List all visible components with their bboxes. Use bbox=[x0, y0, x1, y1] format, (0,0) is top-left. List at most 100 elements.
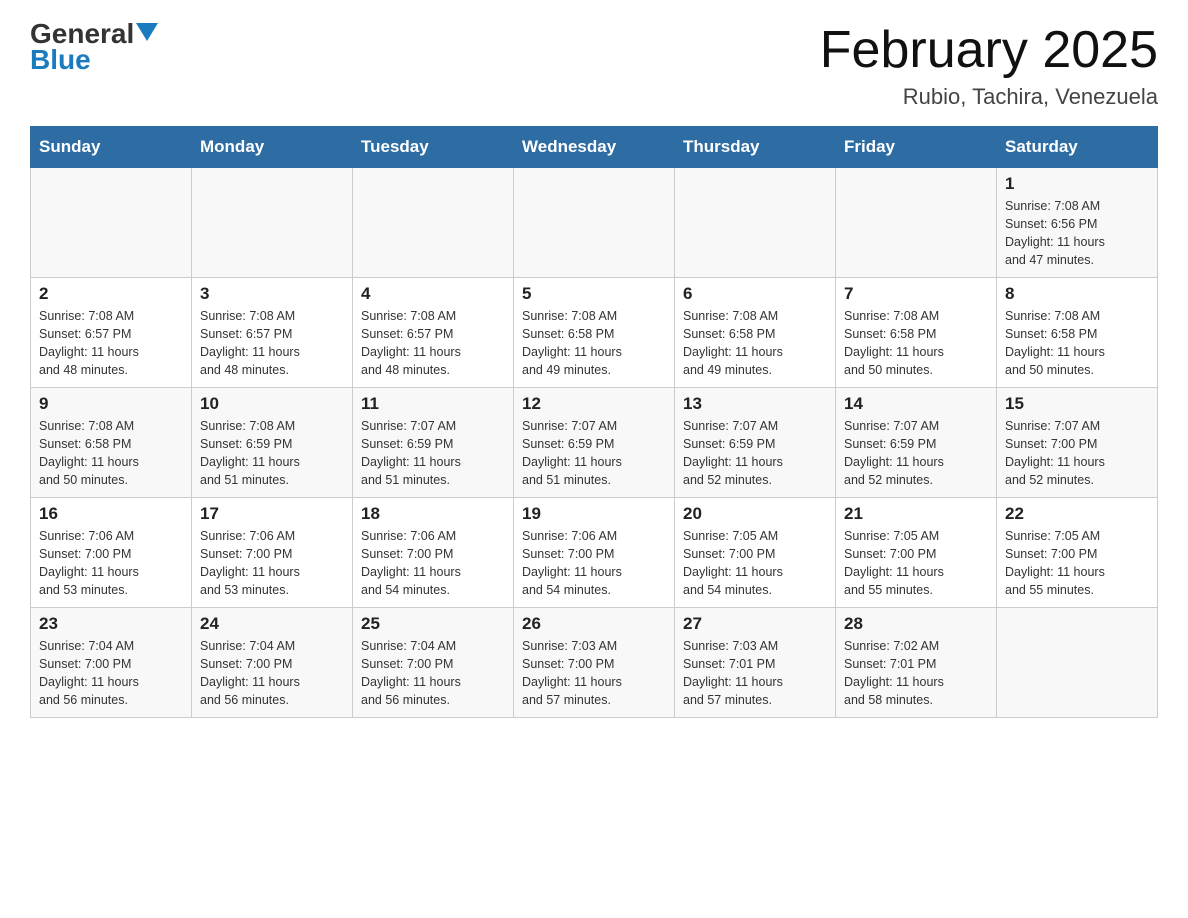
day-info: Sunrise: 7:07 AMSunset: 6:59 PMDaylight:… bbox=[683, 417, 827, 490]
calendar-cell bbox=[675, 168, 836, 278]
calendar-cell: 5 Sunrise: 7:08 AMSunset: 6:58 PMDaylight… bbox=[514, 278, 675, 388]
day-info: Sunrise: 7:06 AMSunset: 7:00 PMDaylight:… bbox=[39, 527, 183, 600]
day-info: Sunrise: 7:05 AMSunset: 7:00 PMDaylight:… bbox=[1005, 527, 1149, 600]
day-number: 1 bbox=[1005, 174, 1149, 194]
calendar-cell: 12 Sunrise: 7:07 AMSunset: 6:59 PMDayligh… bbox=[514, 388, 675, 498]
day-info: Sunrise: 7:07 AMSunset: 7:00 PMDaylight:… bbox=[1005, 417, 1149, 490]
calendar-table: SundayMondayTuesdayWednesdayThursdayFrid… bbox=[30, 126, 1158, 718]
day-number: 23 bbox=[39, 614, 183, 634]
title-block: February 2025 Rubio, Tachira, Venezuela bbox=[820, 20, 1158, 110]
col-header-thursday: Thursday bbox=[675, 127, 836, 168]
calendar-cell: 3 Sunrise: 7:08 AMSunset: 6:57 PMDaylight… bbox=[192, 278, 353, 388]
calendar-cell bbox=[353, 168, 514, 278]
col-header-saturday: Saturday bbox=[997, 127, 1158, 168]
calendar-cell: 23 Sunrise: 7:04 AMSunset: 7:00 PMDayligh… bbox=[31, 608, 192, 718]
day-info: Sunrise: 7:08 AMSunset: 6:58 PMDaylight:… bbox=[39, 417, 183, 490]
day-number: 5 bbox=[522, 284, 666, 304]
day-number: 26 bbox=[522, 614, 666, 634]
day-number: 9 bbox=[39, 394, 183, 414]
calendar-cell: 21Sunrise: 7:05 AMSunset: 7:00 PMDayligh… bbox=[836, 498, 997, 608]
calendar-cell: 19Sunrise: 7:06 AMSunset: 7:00 PMDayligh… bbox=[514, 498, 675, 608]
calendar-cell: 17 Sunrise: 7:06 AMSunset: 7:00 PMDayligh… bbox=[192, 498, 353, 608]
calendar-cell bbox=[192, 168, 353, 278]
calendar-cell: 20 Sunrise: 7:05 AMSunset: 7:00 PMDayligh… bbox=[675, 498, 836, 608]
col-header-tuesday: Tuesday bbox=[353, 127, 514, 168]
calendar-body: 1Sunrise: 7:08 AMSunset: 6:56 PMDaylight… bbox=[31, 168, 1158, 718]
calendar-cell bbox=[836, 168, 997, 278]
day-number: 3 bbox=[200, 284, 344, 304]
day-info: Sunrise: 7:06 AMSunset: 7:00 PMDaylight:… bbox=[522, 527, 666, 600]
calendar-cell: 2 Sunrise: 7:08 AMSunset: 6:57 PMDaylight… bbox=[31, 278, 192, 388]
week-row-4: 16 Sunrise: 7:06 AMSunset: 7:00 PMDayligh… bbox=[31, 498, 1158, 608]
day-info: Sunrise: 7:05 AMSunset: 7:00 PMDaylight:… bbox=[683, 527, 827, 600]
calendar-cell: 24 Sunrise: 7:04 AMSunset: 7:00 PMDayligh… bbox=[192, 608, 353, 718]
calendar-cell: 18 Sunrise: 7:06 AMSunset: 7:00 PMDayligh… bbox=[353, 498, 514, 608]
day-number: 12 bbox=[522, 394, 666, 414]
calendar-cell bbox=[514, 168, 675, 278]
day-info: Sunrise: 7:08 AMSunset: 6:57 PMDaylight:… bbox=[361, 307, 505, 380]
col-header-sunday: Sunday bbox=[31, 127, 192, 168]
calendar-cell: 11 Sunrise: 7:07 AMSunset: 6:59 PMDayligh… bbox=[353, 388, 514, 498]
day-info: Sunrise: 7:08 AMSunset: 6:58 PMDaylight:… bbox=[844, 307, 988, 380]
page-header: General Blue February 2025 Rubio, Tachir… bbox=[30, 20, 1158, 110]
day-number: 2 bbox=[39, 284, 183, 304]
month-title: February 2025 bbox=[820, 20, 1158, 80]
logo-arrow-icon bbox=[136, 23, 158, 41]
day-info: Sunrise: 7:04 AMSunset: 7:00 PMDaylight:… bbox=[200, 637, 344, 710]
col-header-monday: Monday bbox=[192, 127, 353, 168]
day-info: Sunrise: 7:06 AMSunset: 7:00 PMDaylight:… bbox=[361, 527, 505, 600]
day-info: Sunrise: 7:07 AMSunset: 6:59 PMDaylight:… bbox=[361, 417, 505, 490]
day-number: 13 bbox=[683, 394, 827, 414]
day-info: Sunrise: 7:04 AMSunset: 7:00 PMDaylight:… bbox=[361, 637, 505, 710]
day-info: Sunrise: 7:08 AMSunset: 6:57 PMDaylight:… bbox=[39, 307, 183, 380]
calendar-cell: 7 Sunrise: 7:08 AMSunset: 6:58 PMDaylight… bbox=[836, 278, 997, 388]
calendar-cell: 8Sunrise: 7:08 AMSunset: 6:58 PMDaylight… bbox=[997, 278, 1158, 388]
calendar-cell bbox=[997, 608, 1158, 718]
day-info: Sunrise: 7:07 AMSunset: 6:59 PMDaylight:… bbox=[522, 417, 666, 490]
calendar-cell: 16 Sunrise: 7:06 AMSunset: 7:00 PMDayligh… bbox=[31, 498, 192, 608]
calendar-cell: 4 Sunrise: 7:08 AMSunset: 6:57 PMDaylight… bbox=[353, 278, 514, 388]
day-number: 4 bbox=[361, 284, 505, 304]
day-info: Sunrise: 7:08 AMSunset: 6:58 PMDaylight:… bbox=[1005, 307, 1149, 380]
day-number: 22 bbox=[1005, 504, 1149, 524]
location: Rubio, Tachira, Venezuela bbox=[820, 84, 1158, 110]
day-number: 16 bbox=[39, 504, 183, 524]
day-number: 25 bbox=[361, 614, 505, 634]
day-number: 14 bbox=[844, 394, 988, 414]
logo-text-blue: Blue bbox=[30, 44, 91, 76]
week-row-3: 9 Sunrise: 7:08 AMSunset: 6:58 PMDaylight… bbox=[31, 388, 1158, 498]
logo: General Blue bbox=[30, 20, 158, 76]
calendar-cell: 22 Sunrise: 7:05 AMSunset: 7:00 PMDayligh… bbox=[997, 498, 1158, 608]
calendar-cell: 15 Sunrise: 7:07 AMSunset: 7:00 PMDayligh… bbox=[997, 388, 1158, 498]
calendar-header-row: SundayMondayTuesdayWednesdayThursdayFrid… bbox=[31, 127, 1158, 168]
day-info: Sunrise: 7:03 AMSunset: 7:00 PMDaylight:… bbox=[522, 637, 666, 710]
day-number: 18 bbox=[361, 504, 505, 524]
day-info: Sunrise: 7:08 AMSunset: 6:59 PMDaylight:… bbox=[200, 417, 344, 490]
day-info: Sunrise: 7:06 AMSunset: 7:00 PMDaylight:… bbox=[200, 527, 344, 600]
day-number: 17 bbox=[200, 504, 344, 524]
day-number: 6 bbox=[683, 284, 827, 304]
calendar-cell: 27Sunrise: 7:03 AMSunset: 7:01 PMDayligh… bbox=[675, 608, 836, 718]
day-info: Sunrise: 7:08 AMSunset: 6:57 PMDaylight:… bbox=[200, 307, 344, 380]
day-number: 11 bbox=[361, 394, 505, 414]
week-row-5: 23 Sunrise: 7:04 AMSunset: 7:00 PMDayligh… bbox=[31, 608, 1158, 718]
calendar-cell: 25 Sunrise: 7:04 AMSunset: 7:00 PMDayligh… bbox=[353, 608, 514, 718]
calendar-cell bbox=[31, 168, 192, 278]
col-header-wednesday: Wednesday bbox=[514, 127, 675, 168]
day-number: 10 bbox=[200, 394, 344, 414]
day-number: 20 bbox=[683, 504, 827, 524]
calendar-cell: 1Sunrise: 7:08 AMSunset: 6:56 PMDaylight… bbox=[997, 168, 1158, 278]
day-info: Sunrise: 7:08 AMSunset: 6:58 PMDaylight:… bbox=[522, 307, 666, 380]
col-header-friday: Friday bbox=[836, 127, 997, 168]
day-number: 28 bbox=[844, 614, 988, 634]
calendar-cell: 9 Sunrise: 7:08 AMSunset: 6:58 PMDaylight… bbox=[31, 388, 192, 498]
day-number: 24 bbox=[200, 614, 344, 634]
day-info: Sunrise: 7:04 AMSunset: 7:00 PMDaylight:… bbox=[39, 637, 183, 710]
day-number: 21 bbox=[844, 504, 988, 524]
calendar-cell: 26 Sunrise: 7:03 AMSunset: 7:00 PMDayligh… bbox=[514, 608, 675, 718]
day-number: 7 bbox=[844, 284, 988, 304]
calendar-cell: 10 Sunrise: 7:08 AMSunset: 6:59 PMDayligh… bbox=[192, 388, 353, 498]
day-info: Sunrise: 7:02 AMSunset: 7:01 PMDaylight:… bbox=[844, 637, 988, 710]
calendar-cell: 13 Sunrise: 7:07 AMSunset: 6:59 PMDayligh… bbox=[675, 388, 836, 498]
day-number: 15 bbox=[1005, 394, 1149, 414]
